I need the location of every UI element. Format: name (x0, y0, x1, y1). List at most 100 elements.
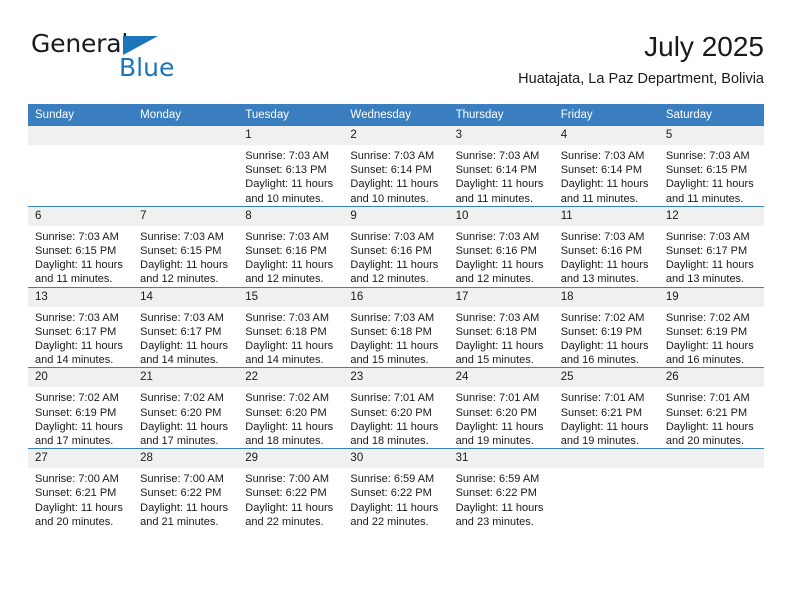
calendar-day-cell[interactable]: 8 Sunrise: 7:03 AM Sunset: 6:16 PM Daylight… (238, 205, 344, 288)
daylight-text-line2: and 18 minutes. (350, 435, 429, 448)
calendar-week-row: 1 Sunrise: 7:03 AM Sunset: 6:13 PM Daylight… (28, 126, 764, 206)
calendar-day-cell[interactable]: 18 Sunrise: 7:02 AM Sunset: 6:19 PM Dayligh… (553, 286, 659, 368)
daylight-text-line1: Daylight: 11 hours (245, 420, 334, 433)
daylight-text-line1: Daylight: 11 hours (665, 340, 754, 353)
weekday-header-sunday: Sunday (28, 104, 134, 126)
daylight-text-line1: Daylight: 11 hours (350, 501, 439, 514)
sunrise-text: Sunrise: 7:03 AM (350, 311, 435, 324)
daylight-text-line2: and 15 minutes. (455, 354, 534, 367)
day-details: Sunrise: 7:03 AM Sunset: 6:16 PM Daylight:… (554, 226, 659, 287)
brand-logo[interactable]: General Blue (28, 30, 288, 90)
daylight-text-line1: Daylight: 11 hours (350, 340, 439, 353)
sunrise-text: Sunrise: 7:03 AM (560, 230, 645, 243)
calendar-day-cell[interactable]: 14 Sunrise: 7:03 AM Sunset: 6:17 PM Dayligh… (133, 286, 239, 368)
sunset-text: Sunset: 6:20 PM (350, 406, 432, 419)
sunrise-text: Sunrise: 7:03 AM (455, 150, 540, 162)
day-number: 1 (238, 126, 344, 145)
calendar-day-cell[interactable]: 22 Sunrise: 7:02 AM Sunset: 6:20 PM Dayligh… (238, 367, 344, 449)
day-number: 15 (238, 287, 344, 307)
daylight-text-line2: and 15 minutes. (350, 354, 429, 367)
calendar-day-cell[interactable]: 29 Sunrise: 7:00 AM Sunset: 6:22 PM Dayligh… (238, 448, 344, 530)
calendar-day-cell[interactable]: 9 Sunrise: 7:03 AM Sunset: 6:16 PM Daylight… (343, 205, 449, 288)
calendar-day-cell[interactable]: 13 Sunrise: 7:03 AM Sunset: 6:17 PM Dayligh… (28, 286, 134, 368)
sunrise-text: Sunrise: 7:02 AM (35, 392, 119, 405)
sunrise-text: Sunrise: 7:00 AM (245, 473, 330, 486)
sunset-text: Sunset: 6:14 PM (560, 164, 643, 177)
day-number: 11 (553, 206, 659, 226)
calendar-day-cell[interactable]: 30 Sunrise: 6:59 AM Sunset: 6:22 PM Dayligh… (343, 448, 449, 530)
calendar-day-cell-empty (28, 126, 134, 206)
day-details: Sunrise: 6:59 AM Sunset: 6:22 PM Daylight:… (343, 468, 448, 529)
calendar-day-cell[interactable]: 16 Sunrise: 7:03 AM Sunset: 6:18 PM Dayligh… (343, 286, 449, 368)
daylight-text-line1: Daylight: 11 hours (35, 420, 123, 433)
daylight-text-line2: and 12 minutes. (245, 273, 324, 286)
day-details: Sunrise: 7:02 AM Sunset: 6:20 PM Daylight:… (238, 387, 343, 448)
daylight-text-line1: Daylight: 11 hours (140, 420, 228, 433)
calendar-day-cell[interactable]: 6 Sunrise: 7:03 AM Sunset: 6:15 PM Daylight… (28, 205, 134, 288)
daylight-text-line1: Daylight: 11 hours (455, 420, 544, 433)
calendar-day-cell[interactable]: 26 Sunrise: 7:01 AM Sunset: 6:21 PM Dayligh… (658, 367, 764, 449)
calendar-day-cell[interactable]: 3 Sunrise: 7:03 AM Sunset: 6:14 PM Daylight… (448, 126, 554, 206)
sunset-text: Sunset: 6:19 PM (35, 406, 117, 419)
calendar-day-cell[interactable]: 2 Sunrise: 7:03 AM Sunset: 6:14 PM Daylight… (343, 126, 449, 206)
calendar-day-cell[interactable]: 11 Sunrise: 7:03 AM Sunset: 6:16 PM Dayligh… (553, 205, 659, 288)
daylight-text-line2: and 14 minutes. (140, 354, 219, 367)
calendar-day-cell[interactable]: 20 Sunrise: 7:02 AM Sunset: 6:19 PM Dayligh… (28, 367, 134, 449)
day-number: 6 (28, 206, 134, 226)
calendar-day-cell[interactable]: 7 Sunrise: 7:03 AM Sunset: 6:15 PM Daylight… (133, 205, 239, 288)
weekday-header-thursday: Thursday (448, 104, 554, 126)
daylight-text-line1: Daylight: 11 hours (665, 259, 754, 272)
page-title: July 2025 (644, 31, 764, 62)
day-details: Sunrise: 7:02 AM Sunset: 6:19 PM Daylight:… (659, 307, 764, 368)
sunset-text: Sunset: 6:22 PM (140, 487, 222, 500)
day-number: 25 (553, 368, 659, 388)
daylight-text-line2: and 11 minutes. (665, 192, 744, 205)
calendar-day-cell[interactable]: 24 Sunrise: 7:01 AM Sunset: 6:20 PM Dayligh… (448, 367, 554, 449)
sunrise-text: Sunrise: 7:02 AM (560, 311, 645, 324)
sunset-text: Sunset: 6:22 PM (350, 487, 432, 500)
sunrise-text: Sunrise: 7:03 AM (35, 311, 119, 324)
calendar-day-cell[interactable]: 15 Sunrise: 7:03 AM Sunset: 6:18 PM Dayligh… (238, 286, 344, 368)
day-number: 23 (343, 368, 449, 388)
daylight-text-line2: and 16 minutes. (665, 354, 745, 367)
calendar-day-cell[interactable]: 31 Sunrise: 6:59 AM Sunset: 6:22 PM Dayligh… (448, 448, 554, 530)
sunrise-text: Sunrise: 7:03 AM (245, 230, 330, 243)
calendar-day-cell[interactable]: 12 Sunrise: 7:03 AM Sunset: 6:17 PM Dayligh… (658, 205, 764, 288)
daylight-text-line1: Daylight: 11 hours (35, 340, 123, 353)
daylight-text-line2: and 12 minutes. (350, 273, 429, 286)
calendar-day-cell[interactable]: 10 Sunrise: 7:03 AM Sunset: 6:16 PM Dayligh… (448, 205, 554, 288)
calendar-day-cell[interactable]: 5 Sunrise: 7:03 AM Sunset: 6:15 PM Daylight… (658, 126, 764, 206)
calendar-day-cell[interactable]: 21 Sunrise: 7:02 AM Sunset: 6:20 PM Dayligh… (133, 367, 239, 449)
daylight-text-line1: Daylight: 11 hours (350, 420, 439, 433)
sunrise-text: Sunrise: 7:03 AM (35, 230, 119, 243)
page-subtitle: Huatajata, La Paz Department, Bolivia (518, 71, 764, 87)
calendar-day-cell[interactable]: 1 Sunrise: 7:03 AM Sunset: 6:13 PM Daylight… (238, 126, 344, 206)
day-details: Sunrise: 7:03 AM Sunset: 6:18 PM Daylight:… (238, 307, 343, 368)
calendar-day-cell[interactable]: 25 Sunrise: 7:01 AM Sunset: 6:21 PM Dayligh… (553, 367, 659, 449)
weekday-header-friday: Friday (553, 104, 659, 126)
day-number (133, 126, 239, 145)
sunrise-text: Sunrise: 7:01 AM (350, 392, 435, 405)
calendar-day-cell[interactable]: 19 Sunrise: 7:02 AM Sunset: 6:19 PM Dayligh… (658, 286, 764, 368)
day-number: 29 (238, 449, 344, 469)
daylight-text-line2: and 11 minutes. (560, 192, 639, 205)
daylight-text-line1: Daylight: 11 hours (350, 259, 439, 272)
sunrise-text: Sunrise: 7:03 AM (245, 311, 330, 324)
calendar-day-cell[interactable]: 4 Sunrise: 7:03 AM Sunset: 6:14 PM Daylight… (553, 126, 659, 206)
day-number: 12 (658, 206, 764, 226)
daylight-text-line2: and 10 minutes. (245, 192, 324, 205)
sunrise-text: Sunrise: 7:03 AM (665, 230, 750, 243)
calendar-table: Sunday Monday Tuesday Wednesday Thursday Frid… (28, 104, 764, 530)
calendar-grid: Sunday Monday Tuesday Wednesday Thursday Frid… (28, 104, 764, 530)
calendar-day-cell[interactable]: 17 Sunrise: 7:03 AM Sunset: 6:18 PM Dayligh… (448, 286, 554, 368)
calendar-day-cell[interactable]: 28 Sunrise: 7:00 AM Sunset: 6:22 PM Dayligh… (133, 448, 239, 530)
sunset-text: Sunset: 6:22 PM (455, 487, 537, 500)
daylight-text-line2: and 22 minutes. (350, 515, 429, 528)
day-number: 21 (133, 368, 239, 388)
calendar-day-cell[interactable]: 23 Sunrise: 7:01 AM Sunset: 6:20 PM Dayligh… (343, 367, 449, 449)
daylight-text-line1: Daylight: 11 hours (560, 340, 649, 353)
sunset-text: Sunset: 6:15 PM (140, 245, 222, 258)
sunrise-text: Sunrise: 7:03 AM (665, 150, 750, 162)
calendar-day-cell[interactable]: 27 Sunrise: 7:00 AM Sunset: 6:21 PM Dayligh… (28, 448, 134, 530)
day-number (658, 449, 764, 469)
